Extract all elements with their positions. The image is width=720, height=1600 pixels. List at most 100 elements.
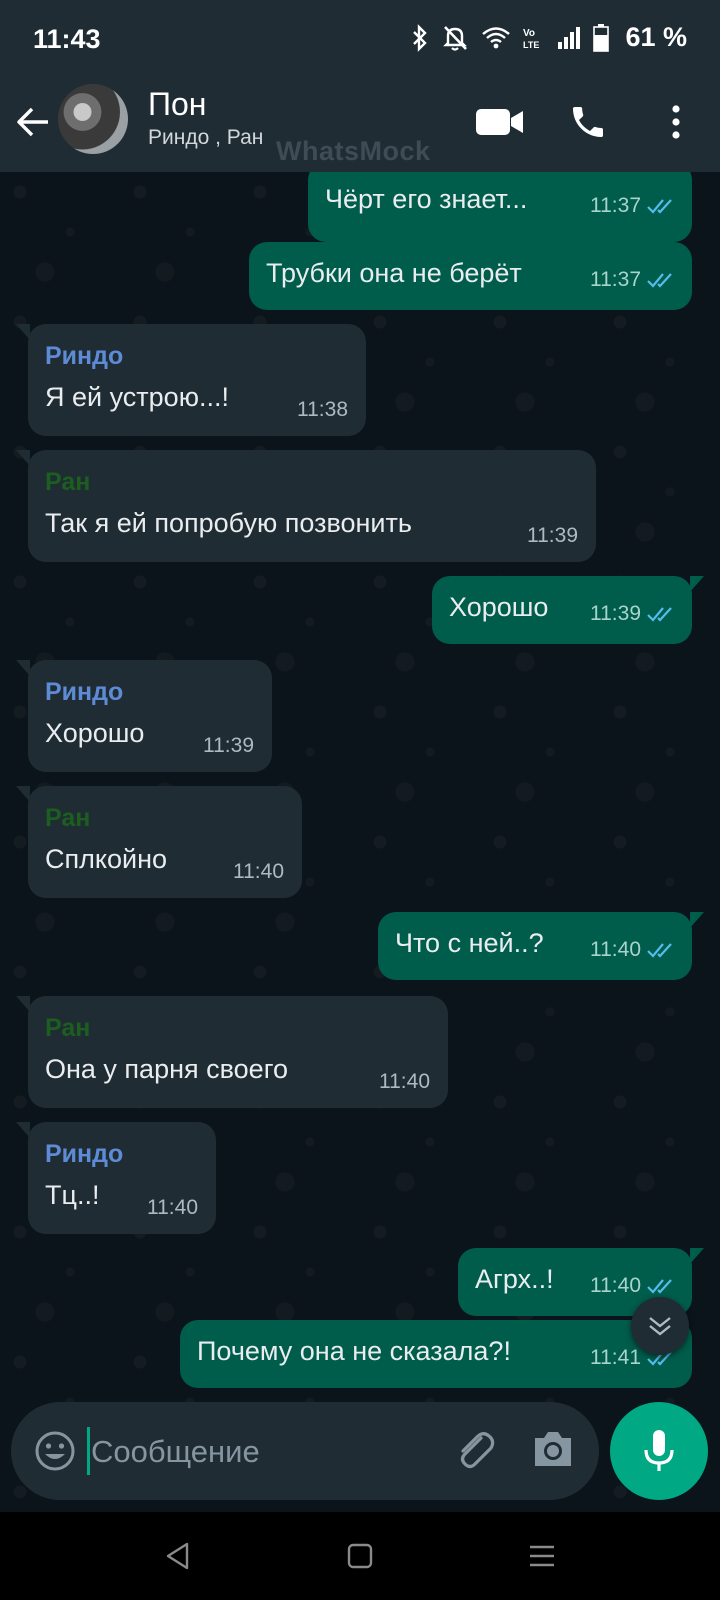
message-sender: Ран [45, 1014, 91, 1042]
double-check-icon [647, 941, 677, 959]
chat-participants[interactable]: Риндо , Ран [148, 126, 263, 150]
phone-icon [568, 102, 608, 142]
back-arrow-icon [14, 102, 54, 142]
chat-title[interactable]: Пон [148, 86, 206, 123]
camera-icon[interactable] [531, 1428, 575, 1470]
bubble-tail [16, 1122, 30, 1138]
message-bubble-incoming[interactable]: Ран Так я ей попробую позвонить 11:39 [16, 450, 596, 562]
bubble-tail [690, 1248, 704, 1264]
message-bubble-incoming[interactable]: Риндо Хорошо 11:39 [16, 660, 272, 772]
message-text: Она у парня своего [45, 1054, 288, 1084]
bluetooth-icon [411, 23, 429, 52]
message-text: Агрх..! [475, 1264, 554, 1294]
message-time: 11:39 [203, 734, 254, 757]
message-text: Я ей устрою...! [45, 382, 229, 412]
message-text: Тц..! [45, 1180, 100, 1210]
message-sender: Ран [45, 804, 91, 832]
message-time: 11:40 [147, 1196, 198, 1219]
more-options-button[interactable] [648, 94, 704, 150]
message-meta: 11:37 [590, 268, 677, 292]
message-text: Сплкойно [45, 844, 168, 874]
message-time: 11:40 [233, 860, 284, 883]
scroll-to-bottom-button[interactable] [631, 1297, 689, 1355]
emoji-icon[interactable] [33, 1429, 77, 1473]
nav-recents-icon [529, 1543, 555, 1569]
message-bubble-outgoing[interactable]: Хорошо 11:39 [432, 576, 704, 644]
message-bubble-outgoing[interactable]: Что с ней..? 11:40 [378, 912, 704, 980]
double-check-icon [647, 197, 677, 215]
svg-text:LTE: LTE [523, 40, 539, 50]
battery-percent: 61 % [625, 22, 687, 52]
message-time: 11:38 [297, 398, 348, 421]
text-cursor [87, 1427, 90, 1475]
double-check-icon [647, 605, 677, 623]
message-input[interactable]: Сообщение [91, 1434, 260, 1470]
signal-icon [557, 26, 581, 49]
attach-icon[interactable] [451, 1426, 499, 1474]
status-time: 11:43 [33, 24, 101, 54]
message-bubble-outgoing[interactable]: Чёрт его знает... 11:37 [308, 172, 692, 242]
battery-icon [593, 23, 610, 52]
nav-back-button[interactable] [162, 1540, 194, 1572]
message-text: Хорошо [449, 592, 549, 622]
message-bubble-incoming[interactable]: Риндо Я ей устрою...! 11:38 [16, 324, 366, 436]
nav-recents-button[interactable] [526, 1540, 558, 1572]
message-text: Почему она не сказала?! [197, 1336, 511, 1366]
message-text: Чёрт его знает... [325, 184, 528, 214]
message-time: 11:39 [590, 602, 641, 625]
message-meta: 11:39 [590, 602, 677, 626]
mic-icon [642, 1428, 676, 1474]
status-bar: 11:43 Vo LTE 61 % [0, 0, 720, 80]
chat-area[interactable]: Чёрт его знает... 11:37 Трубки она не бе… [0, 172, 720, 1512]
message-text: Хорошо [45, 718, 145, 748]
wifi-icon [481, 26, 511, 50]
video-call-button[interactable] [472, 94, 528, 150]
message-sender: Риндо [45, 678, 124, 706]
bubble-tail [16, 660, 30, 676]
bubble-tail [16, 786, 30, 802]
message-bubble-incoming[interactable]: Ран Она у парня своего 11:40 [16, 996, 448, 1108]
voice-call-button[interactable] [560, 94, 616, 150]
nav-back-icon [165, 1542, 191, 1570]
bubble-tail [16, 996, 30, 1012]
message-time: 11:37 [590, 194, 641, 217]
bubble-tail [690, 576, 704, 592]
system-nav-bar [0, 1512, 720, 1600]
bubble-tail [690, 912, 704, 928]
message-bubble-outgoing[interactable]: Трубки она не берёт 11:37 [249, 242, 692, 310]
volte-icon: Vo LTE [523, 26, 545, 50]
back-button[interactable] [14, 102, 58, 146]
message-sender: Риндо [45, 1140, 124, 1168]
double-check-icon [647, 271, 677, 289]
nav-home-button[interactable] [344, 1540, 376, 1572]
bubble-tail [16, 450, 30, 466]
message-meta: 11:37 [590, 194, 677, 218]
chat-header: Пон Риндо , Ран WhatsMock [0, 80, 720, 172]
message-sender: Риндо [45, 342, 124, 370]
message-bubble-incoming[interactable]: Риндо Тц..! 11:40 [16, 1122, 216, 1234]
status-icons: Vo LTE 61 % [411, 22, 687, 53]
nav-home-icon [347, 1543, 373, 1569]
bubble-tail [16, 324, 30, 340]
message-text: Так я ей попробую позвонить [45, 508, 412, 538]
chevron-down-icon [647, 1315, 673, 1337]
message-time: 11:40 [590, 938, 641, 961]
message-text: Трубки она не берёт [266, 258, 522, 288]
message-bubble-outgoing[interactable]: Почему она не сказала?! 11:41 [180, 1320, 692, 1388]
watermark: WhatsMock [276, 136, 431, 166]
message-time: 11:39 [527, 524, 578, 547]
message-time: 11:41 [590, 1346, 641, 1369]
svg-text:Vo: Vo [523, 28, 535, 39]
bell-off-icon [441, 24, 469, 52]
message-time: 11:40 [379, 1070, 430, 1093]
message-bubble-incoming[interactable]: Ран Сплкойно 11:40 [16, 786, 302, 898]
message-composer[interactable]: Сообщение [11, 1402, 599, 1500]
message-meta: 11:40 [590, 1274, 677, 1298]
more-vert-icon [671, 104, 681, 140]
message-meta: 11:40 [590, 938, 677, 962]
voice-message-button[interactable] [610, 1402, 708, 1500]
message-time: 11:37 [590, 268, 641, 291]
message-sender: Ран [45, 468, 91, 496]
avatar[interactable] [58, 84, 128, 154]
message-text: Что с ней..? [395, 928, 544, 958]
